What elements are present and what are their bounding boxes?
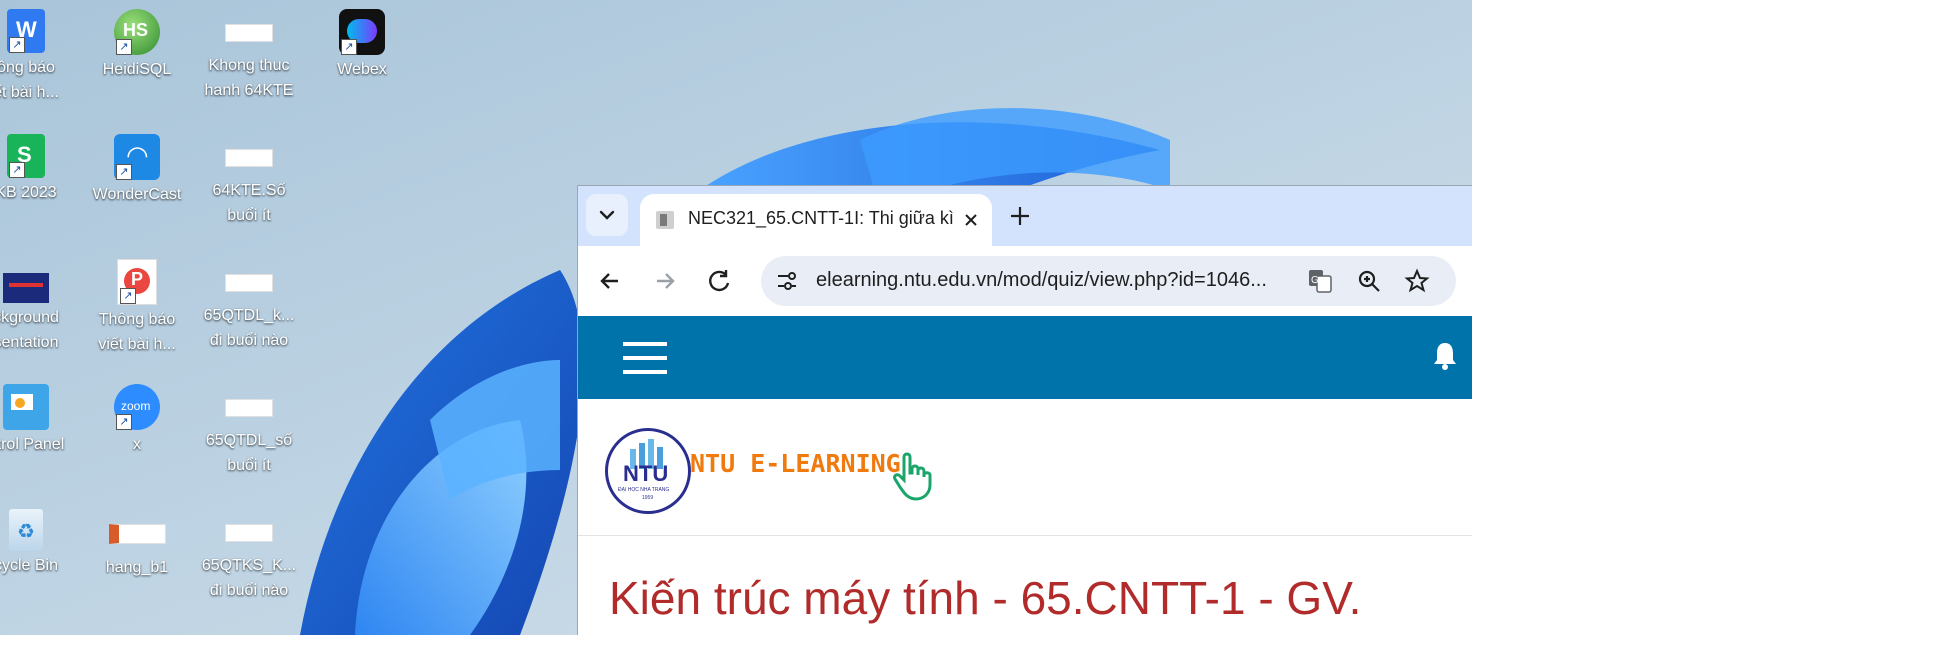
browser-window: NEC321_65.CNTT-1I: Thi giữa kì elearning… [577, 185, 1472, 635]
desktop-icon-label: đi buổi nào [209, 582, 289, 599]
desktop-icon[interactable]: W ↗ ông báo ết bài h... [0, 5, 82, 105]
logo-subtitle: ĐẠI HỌC NHA TRANG [618, 487, 670, 493]
desktop-icon-label: ckground [0, 309, 59, 326]
desktop-icon[interactable]: 65QTDL_k... đi buổi nào [193, 255, 305, 353]
desktop-icon[interactable]: S ↗ KB 2023 [0, 130, 82, 205]
address-bar[interactable]: elearning.ntu.edu.vn/mod/quiz/view.php?i… [761, 256, 1456, 306]
zoom-icon[interactable] [1356, 268, 1382, 294]
url-text: elearning.ntu.edu.vn/mod/quiz/view.php?i… [816, 269, 1267, 291]
desktop-icon-label: buổi ít [227, 207, 271, 224]
control-panel-icon [3, 384, 49, 430]
desktop-icon[interactable]: ↗ Webex [306, 5, 418, 82]
desktop-icon-label: hang_b1 [105, 559, 169, 576]
desktop-icon[interactable]: HS ↗ HeidiSQL [81, 5, 193, 82]
reload-icon[interactable] [699, 261, 739, 301]
tab-search-button[interactable] [586, 194, 628, 236]
desktop: W ↗ ông báo ết bài h... S ↗ KB 2023 ckgr… [0, 0, 1472, 635]
desktop-icon[interactable]: hang_b1 [81, 505, 193, 580]
tab-strip: NEC321_65.CNTT-1I: Thi giữa kì [578, 186, 1472, 246]
recycle-bin-icon: ♻ [9, 509, 43, 551]
ntu-logo[interactable]: NTU ĐẠI HỌC NHA TRANG 1959 [605, 428, 691, 514]
pointer-hand-icon [893, 452, 932, 501]
site-header: NTU ĐẠI HỌC NHA TRANG 1959 NTU E-LEARNIN… [578, 399, 1472, 536]
desktop-icon-label: 65QTDL_k... [203, 307, 295, 324]
document-thumbnail-icon [225, 274, 273, 292]
chevron-down-icon [599, 210, 615, 220]
tab-title: NEC321_65.CNTT-1I: Thi giữa kì [688, 208, 954, 228]
desktop-icon[interactable]: ckground sentation [0, 255, 82, 355]
wps-writer-icon: W ↗ [7, 9, 45, 53]
site-info-icon[interactable] [775, 270, 799, 292]
logo-text: NTU [623, 461, 669, 486]
desktop-icon-label: sentation [0, 334, 59, 351]
desktop-icon-label: Webex [337, 61, 387, 78]
desktop-icon-label: WonderCast [92, 186, 182, 203]
back-icon[interactable] [590, 261, 630, 301]
desktop-icon[interactable]: ntrol Panel [0, 380, 82, 457]
bookmark-star-icon[interactable] [1404, 268, 1430, 294]
document-thumbnail-icon [225, 24, 273, 42]
desktop-icon[interactable]: ◠ ↗ WonderCast [81, 130, 193, 207]
desktop-icon-label: ết bài h... [0, 84, 59, 101]
document-thumbnail-icon [225, 149, 273, 167]
document-thumbnail-icon [225, 399, 273, 417]
desktop-icon[interactable]: ♻ cycle Bin [0, 505, 82, 578]
desktop-icon-label: x [133, 436, 141, 453]
desktop-icon-label: buổi ít [227, 457, 271, 474]
desktop-icon-label: hanh 64KTE [204, 82, 294, 99]
site-navbar [578, 316, 1472, 399]
hamburger-menu-icon[interactable] [621, 338, 669, 378]
wps-presentation-icon: P ↗ [117, 259, 157, 305]
notification-bell-icon[interactable] [1430, 340, 1460, 372]
presentation-thumbnail-icon [3, 273, 49, 303]
site-brand[interactable]: NTU E-LEARNING [690, 449, 901, 478]
desktop-icon-label: cycle Bin [0, 557, 59, 574]
svg-text:G: G [1311, 275, 1319, 286]
close-tab-icon[interactable] [960, 209, 982, 231]
heidisql-icon: HS ↗ [114, 9, 160, 55]
translate-icon[interactable]: G [1307, 268, 1333, 294]
desktop-icon-label: Thông báo [98, 311, 176, 328]
desktop-icon[interactable]: 64KTE.Số buổi ít [193, 130, 305, 228]
desktop-icon-label: 65QTKS_K... [201, 557, 297, 574]
zoom-icon: zoom ↗ [114, 384, 160, 430]
document-thumbnail-icon [225, 524, 273, 542]
webex-icon: ↗ [339, 9, 385, 55]
desktop-icon-label: viết bài h... [98, 336, 176, 353]
browser-toolbar: elearning.ntu.edu.vn/mod/quiz/view.php?i… [578, 246, 1472, 316]
desktop-icon[interactable]: Khong thuc hanh 64KTE [193, 5, 305, 103]
desktop-icon-label: 64KTE.Số [212, 182, 286, 199]
tab-active[interactable]: NEC321_65.CNTT-1I: Thi giữa kì [640, 194, 992, 246]
desktop-icon[interactable]: P ↗ Thông báo viết bài h... [81, 255, 193, 357]
wps-spreadsheet-icon: S ↗ [7, 134, 45, 178]
desktop-icon-label: đi buổi nào [209, 332, 289, 349]
desktop-icon-label: Khong thuc [208, 57, 290, 74]
desktop-icon-label: HeidiSQL [102, 61, 172, 78]
page-favicon-icon [656, 211, 674, 229]
desktop-icon[interactable]: zoom ↗ x [81, 380, 193, 457]
logo-year: 1959 [642, 495, 654, 501]
wondercast-icon: ◠ ↗ [114, 134, 160, 180]
desktop-icon-label: ntrol Panel [0, 436, 65, 453]
desktop-icon-label: 65QTDL_số [205, 432, 293, 449]
new-tab-icon[interactable] [1006, 202, 1034, 230]
desktop-icon[interactable]: 65QTKS_K... đi buổi nào [193, 505, 305, 603]
desktop-icon[interactable]: 65QTDL_số buổi ít [193, 380, 305, 478]
forward-icon[interactable] [645, 261, 685, 301]
desktop-icon-label: KB 2023 [0, 184, 57, 201]
desktop-icon-label: ông báo [0, 59, 55, 76]
course-title: Kiến trúc máy tính - 65.CNTT-1 - GV. [609, 572, 1362, 624]
image-thumbnail-icon [108, 524, 166, 544]
